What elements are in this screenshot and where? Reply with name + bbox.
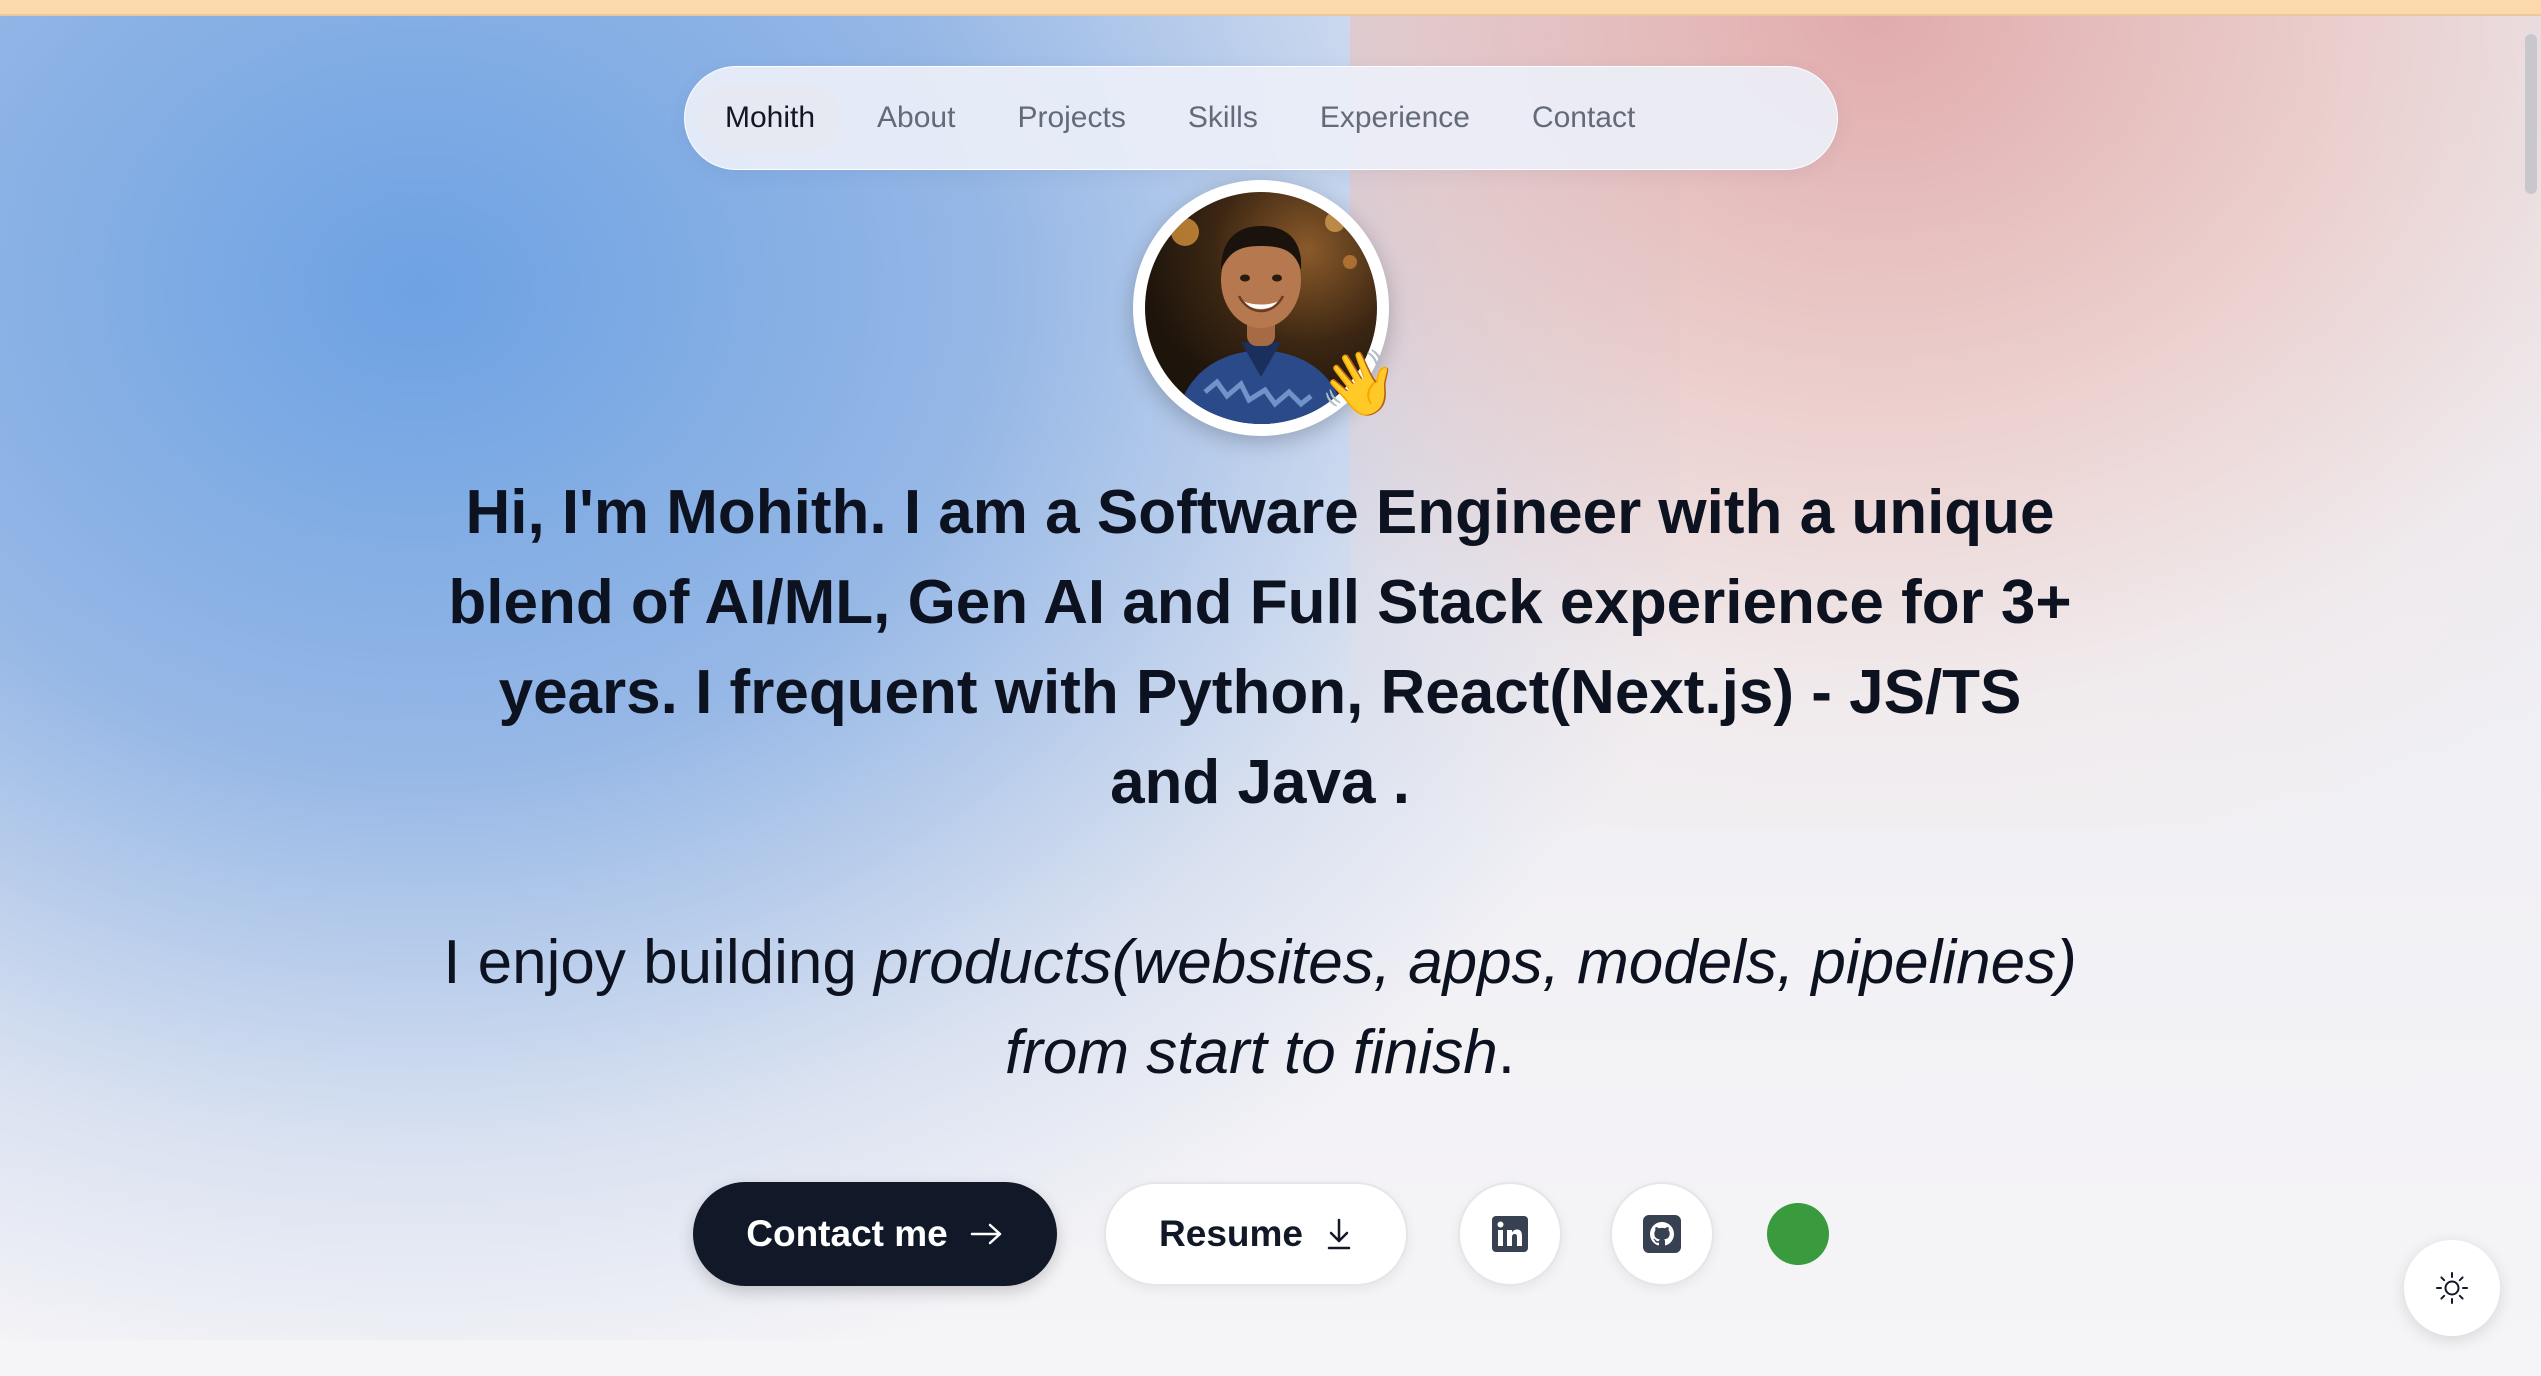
subtitle-intro: I enjoy building: [443, 928, 875, 997]
github-button[interactable]: [1610, 1182, 1714, 1286]
headline-frequent: . I frequent with: [660, 658, 1136, 727]
top-accent-bar: [0, 0, 2541, 16]
headline-stack: Python, React(Next.js) - JS/TS and Java: [1110, 658, 2022, 817]
resume-button[interactable]: Resume: [1104, 1182, 1408, 1286]
headline-experience: experience: [1542, 568, 1902, 637]
subtitle-products: products(websites, apps, models, pipelin…: [874, 928, 2077, 1087]
nav-item-projects[interactable]: Projects: [991, 84, 1151, 152]
github-icon: [1643, 1215, 1681, 1253]
main-nav: Mohith About Projects Skills Experience …: [684, 66, 1838, 170]
headline-end: .: [1375, 748, 1410, 817]
avatar: 👋: [1133, 180, 1399, 436]
linkedin-button[interactable]: [1458, 1182, 1562, 1286]
linkedin-icon: [1492, 1216, 1528, 1252]
headline-intro: Hi, I'm: [465, 478, 667, 547]
wave-emoji-icon: 👋: [1319, 347, 1399, 421]
nav-item-experience[interactable]: Experience: [1294, 84, 1496, 152]
sun-icon: [2436, 1272, 2468, 1304]
arrow-right-icon: [970, 1223, 1001, 1245]
theme-toggle-button[interactable]: [2404, 1240, 2500, 1336]
status-indicator: [1767, 1203, 1829, 1265]
contact-me-button[interactable]: Contact me: [693, 1182, 1057, 1286]
hero-headline: Hi, I'm Mohith. I am a Software Engineer…: [440, 468, 2080, 828]
scrollbar[interactable]: [2525, 34, 2537, 194]
headline-domains: AI/ML, Gen AI and Full Stack: [704, 568, 1543, 637]
nav-item-mohith[interactable]: Mohith: [699, 84, 842, 152]
nav-item-skills[interactable]: Skills: [1162, 84, 1284, 152]
hero-subtitle: I enjoy building products(websites, apps…: [440, 918, 2080, 1098]
headline-name: Mohith.: [666, 478, 887, 547]
contact-me-label: Contact me: [746, 1213, 948, 1254]
nav-item-about[interactable]: About: [851, 84, 981, 152]
download-icon: [1327, 1218, 1351, 1250]
resume-label: Resume: [1159, 1213, 1303, 1254]
subtitle-end: .: [1497, 1018, 1515, 1087]
nav-item-contact[interactable]: Contact: [1506, 84, 1661, 152]
